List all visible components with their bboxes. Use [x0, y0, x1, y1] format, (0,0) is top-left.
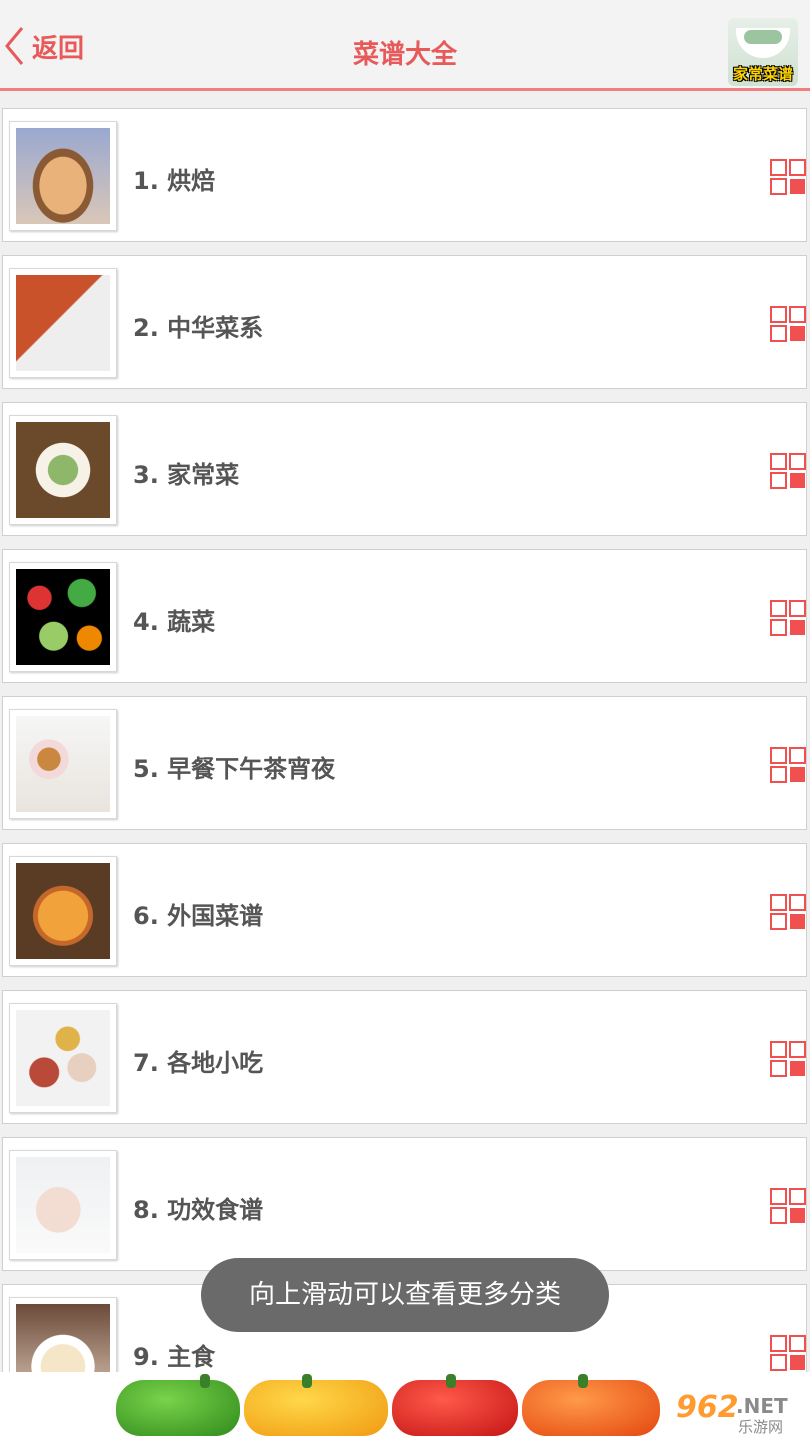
baking-photo — [16, 128, 110, 224]
yellow-pepper-image — [244, 1380, 388, 1436]
grid-icon — [770, 453, 806, 489]
pizza-photo — [16, 863, 110, 959]
badge-label: 家常菜谱 — [732, 65, 793, 83]
chinese-cuisine-photo — [16, 275, 110, 371]
category-label: 7. 各地小吃 — [133, 1049, 264, 1077]
category-item-foreign[interactable]: 6. 外国菜谱 — [2, 843, 807, 977]
greens-image — [744, 30, 782, 44]
app-badge[interactable]: 家常菜谱 — [728, 18, 798, 86]
category-thumbnail — [9, 1003, 117, 1113]
logo-number: 962 — [676, 1390, 739, 1425]
orange-pepper-image — [522, 1380, 660, 1436]
site-logo: 962 .NET 乐游网 — [670, 1390, 802, 1436]
grid-icon — [770, 306, 806, 342]
grid-icon — [770, 894, 806, 930]
grid-icon — [770, 159, 806, 195]
logo-subtitle: 乐游网 — [738, 1418, 784, 1436]
category-thumbnail — [9, 121, 117, 231]
category-label: 3. 家常菜 — [133, 461, 240, 489]
category-label: 2. 中华菜系 — [133, 314, 264, 342]
category-item-snacks[interactable]: 7. 各地小吃 — [2, 990, 807, 1124]
category-thumbnail — [9, 562, 117, 672]
fitness-photo — [16, 1157, 110, 1253]
category-thumbnail — [9, 1150, 117, 1260]
grid-icon — [770, 747, 806, 783]
category-item-breakfast[interactable]: 5. 早餐下午茶宵夜 — [2, 696, 807, 830]
home-dish-photo — [16, 422, 110, 518]
red-pepper-image — [392, 1380, 518, 1436]
category-label: 6. 外国菜谱 — [133, 902, 264, 930]
green-pepper-image — [116, 1380, 240, 1436]
category-label: 5. 早餐下午茶宵夜 — [133, 755, 336, 783]
category-thumbnail — [9, 415, 117, 525]
breakfast-tea-photo — [16, 716, 110, 812]
snacks-photo — [16, 1010, 110, 1106]
category-item-chinese-cuisine[interactable]: 2. 中华菜系 — [2, 255, 807, 389]
scroll-hint-toast: 向上滑动可以查看更多分类 — [201, 1258, 609, 1332]
category-thumbnail — [9, 709, 117, 819]
category-thumbnail — [9, 856, 117, 966]
category-thumbnail — [9, 268, 117, 378]
category-label: 8. 功效食谱 — [133, 1196, 264, 1224]
category-item-effect[interactable]: 8. 功效食谱 — [2, 1137, 807, 1271]
category-label: 4. 蔬菜 — [133, 608, 216, 636]
category-item-home-dish[interactable]: 3. 家常菜 — [2, 402, 807, 536]
grid-icon — [770, 600, 806, 636]
category-label: 1. 烘焙 — [133, 167, 216, 195]
category-item-baking[interactable]: 1. 烘焙 — [2, 108, 807, 242]
grid-icon — [770, 1188, 806, 1224]
grid-icon — [770, 1041, 806, 1077]
ad-banner[interactable]: 962 .NET 乐游网 — [0, 1372, 810, 1440]
logo-suffix: .NET — [736, 1394, 788, 1418]
vegetables-photo — [16, 569, 110, 665]
top-bar: 返回 菜谱大全 家常菜谱 — [0, 0, 810, 91]
grid-icon — [770, 1335, 806, 1371]
category-label: 9. 主食 — [133, 1343, 216, 1371]
category-item-vegetables[interactable]: 4. 蔬菜 — [2, 549, 807, 683]
page-title: 菜谱大全 — [352, 40, 457, 70]
